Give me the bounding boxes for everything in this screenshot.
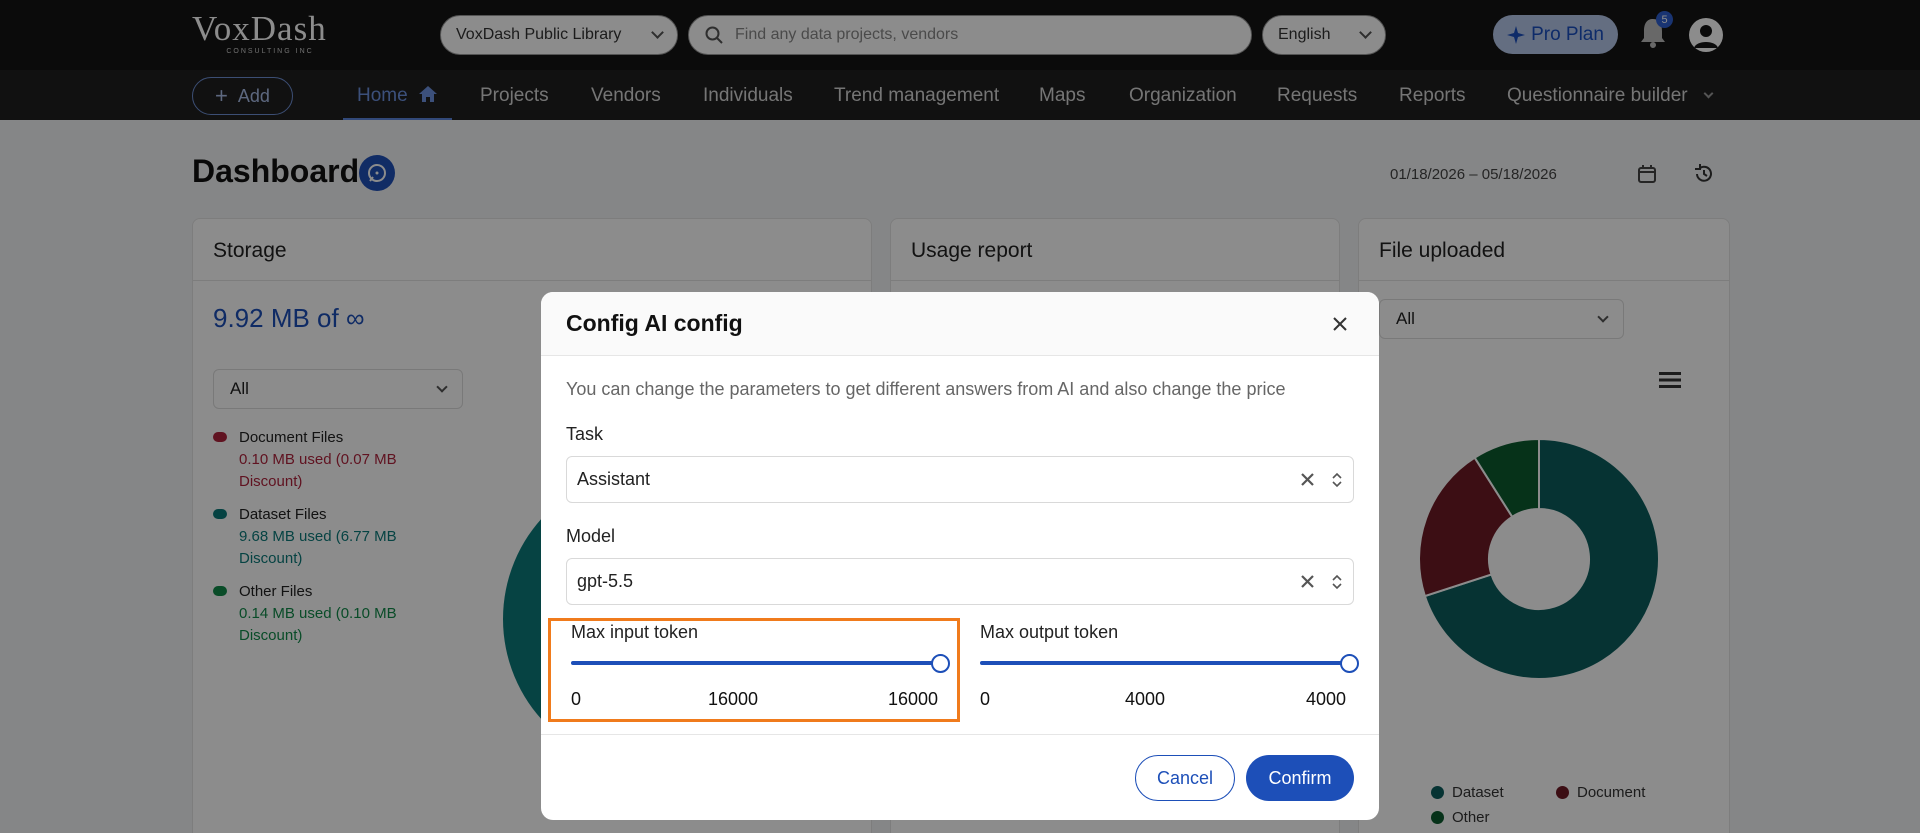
max-output-value: 4000 [1306,689,1347,709]
clear-icon [1300,575,1314,588]
max-output-track[interactable] [980,661,1349,665]
updown-chevron-icon [1332,574,1342,589]
max-output-min: 0 [980,689,991,709]
modal-footer: Cancel Confirm [541,734,1379,820]
clear-task-button[interactable] [1297,470,1317,490]
task-label: Task [566,424,604,444]
model-value: gpt-5.5 [577,571,634,591]
updown-chevron-icon [1332,472,1342,487]
model-select[interactable]: gpt-5.5 [566,558,1354,605]
close-button[interactable] [1326,310,1354,338]
clear-icon [1300,473,1314,486]
task-value: Assistant [577,469,651,489]
max-output-thumb[interactable] [1340,654,1359,673]
cancel-button[interactable]: Cancel [1135,755,1235,801]
config-ai-modal: Config AI config You can change the para… [541,292,1379,820]
model-label: Model [566,526,616,546]
modal-title: Config AI config [566,310,743,336]
modal-description: You can change the parameters to get dif… [566,379,1286,399]
clear-model-button[interactable] [1297,572,1317,592]
max-output-mid: 4000 [1125,689,1166,709]
max-output-token-label: Max output token [980,622,1119,642]
task-select[interactable]: Assistant [566,456,1354,503]
max-output-token-slider: Max output token 0 4000 4000 [980,617,1379,717]
max-input-highlight-box [548,618,960,722]
close-icon [1333,316,1347,331]
modal-header: Config AI config [541,292,1379,356]
confirm-button[interactable]: Confirm [1246,755,1354,801]
